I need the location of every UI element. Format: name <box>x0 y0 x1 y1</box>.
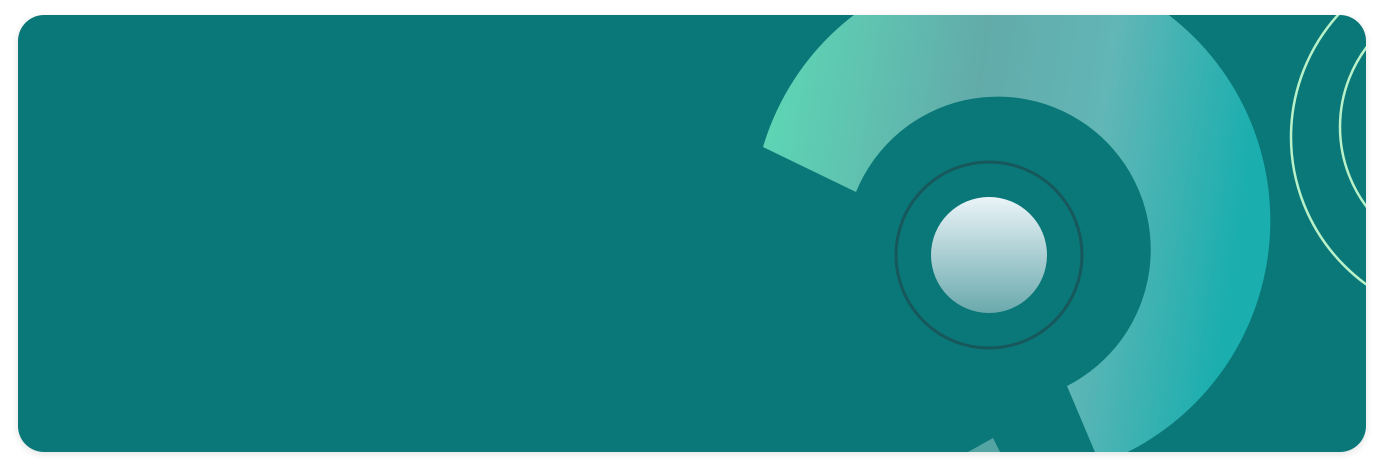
banner-artwork <box>18 15 1366 452</box>
hero-banner <box>18 15 1366 452</box>
center-circle <box>931 197 1047 313</box>
